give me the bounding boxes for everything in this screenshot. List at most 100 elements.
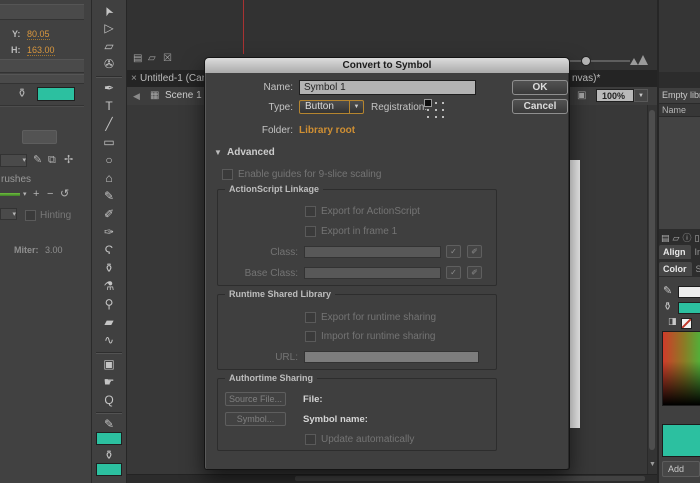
stage-vertical-scrollbar-thumb[interactable] xyxy=(649,110,655,450)
timeline-zoom-slider-knob[interactable] xyxy=(581,56,591,66)
advanced-disclosure-triangle-icon[interactable]: ▼ xyxy=(214,148,222,157)
ink-bottle-tool[interactable]: ⚗ xyxy=(97,278,121,296)
object-drawing-icon[interactable]: ⧉ xyxy=(48,155,56,166)
fill-color-bucket-icon[interactable]: ⚱ xyxy=(663,300,672,313)
remove-brush-icon[interactable]: − xyxy=(47,189,53,200)
height-value[interactable]: 163.00 xyxy=(27,45,55,56)
color-picker-gradient-field[interactable] xyxy=(662,331,700,406)
reset-brush-icon[interactable]: ↺ xyxy=(60,189,69,200)
new-folder-icon[interactable]: ▱ xyxy=(673,233,680,243)
scene-breadcrumb[interactable]: Scene 1 xyxy=(165,90,202,101)
tab-swatches[interactable]: Sw xyxy=(692,264,700,274)
registration-grid[interactable] xyxy=(424,99,446,120)
ok-button[interactable]: OK xyxy=(512,80,568,95)
camera-tool[interactable]: ▣ xyxy=(97,356,121,374)
advanced-section-toggle[interactable]: Advanced xyxy=(227,147,275,158)
symbol-button[interactable]: Symbol... xyxy=(225,412,286,426)
timeline-playhead[interactable] xyxy=(243,0,244,54)
tab-color[interactable]: Color xyxy=(659,262,692,276)
stage-zoom-field[interactable]: 100% xyxy=(596,89,634,102)
delete-icon[interactable]: ▯ xyxy=(694,233,699,243)
tab-info[interactable]: In xyxy=(691,247,700,257)
scrollbar-down-arrow-icon[interactable]: ▼ xyxy=(649,461,656,468)
zoom-in-mountain-icon[interactable] xyxy=(638,55,648,65)
lasso-tool[interactable]: ✇ xyxy=(97,56,121,74)
edit-class-button[interactable]: ✐ xyxy=(467,245,482,258)
hinting-checkbox[interactable] xyxy=(25,210,36,221)
paint-brush-tool[interactable]: ✑ xyxy=(97,224,121,242)
source-file-button[interactable]: Source File... xyxy=(225,392,286,406)
close-tab-icon[interactable]: × xyxy=(131,73,137,84)
tab-align[interactable]: Align xyxy=(659,245,691,259)
registration-point[interactable] xyxy=(439,114,446,121)
export-runtime-checkbox[interactable] xyxy=(305,312,316,323)
base-class-field[interactable] xyxy=(304,267,441,279)
import-runtime-checkbox[interactable] xyxy=(305,331,316,342)
line-tool[interactable]: ╱ xyxy=(97,116,121,134)
stroke-color-swatch[interactable] xyxy=(96,432,122,445)
miter-value[interactable]: 3.00 xyxy=(45,245,63,255)
black-white-icon[interactable]: ◨ xyxy=(668,316,677,327)
stage-canvas-page[interactable] xyxy=(570,160,580,428)
stroke-color-chip[interactable] xyxy=(678,286,700,298)
new-folder-icon[interactable]: ▱ xyxy=(148,53,156,64)
registration-point[interactable] xyxy=(424,114,432,121)
zoom-tool[interactable]: Q xyxy=(97,392,121,410)
document-tab-fragment[interactable]: nvas)* xyxy=(572,73,600,84)
validate-base-class-button[interactable]: ✓ xyxy=(446,266,461,279)
export-in-frame1-checkbox[interactable] xyxy=(305,226,316,237)
zoom-out-mountain-icon[interactable] xyxy=(630,58,638,65)
library-name-column-header[interactable]: Name xyxy=(659,103,700,117)
registration-point[interactable] xyxy=(432,114,439,121)
polystar-tool[interactable]: ⌂ xyxy=(97,170,121,188)
no-color-icon[interactable] xyxy=(681,318,692,329)
edit-base-class-button[interactable]: ✐ xyxy=(467,266,482,279)
rectangle-tool[interactable]: ▭ xyxy=(97,134,121,152)
update-automatically-checkbox[interactable] xyxy=(305,434,316,445)
fill-color-swatch[interactable] xyxy=(37,87,75,101)
free-transform-tool[interactable]: ▱ xyxy=(97,38,121,56)
symbol-type-dropdown[interactable]: Button ▼ xyxy=(299,100,364,114)
stroke-size-field[interactable] xyxy=(22,130,57,144)
hand-tool[interactable]: ☛ xyxy=(97,374,121,392)
stroke-pencil-icon[interactable]: ✎ xyxy=(33,155,42,166)
clip-bounds-icon[interactable]: ▣ xyxy=(577,90,586,101)
width-tool[interactable]: ∿ xyxy=(97,332,121,350)
new-symbol-icon[interactable]: ▤ xyxy=(661,233,670,243)
dialog-title-bar[interactable]: Convert to Symbol xyxy=(205,58,569,73)
current-color-preview[interactable] xyxy=(662,424,700,457)
url-field[interactable] xyxy=(304,351,479,363)
registration-point[interactable] xyxy=(439,99,446,107)
brush-dropdown-arrow-icon[interactable]: ▾ xyxy=(23,189,27,200)
export-for-actionscript-checkbox[interactable] xyxy=(305,206,316,217)
validate-class-button[interactable]: ✓ xyxy=(446,245,461,258)
registration-point-selected[interactable] xyxy=(424,99,432,107)
stroke-style-dropdown[interactable]: ▾ xyxy=(0,154,27,167)
oval-tool[interactable]: ○ xyxy=(97,152,121,170)
add-swatch-button[interactable]: Add xyxy=(662,461,700,477)
eraser-tool[interactable]: ▰ xyxy=(97,314,121,332)
stage-zoom-dropdown-arrow[interactable]: ▼ xyxy=(634,89,648,102)
library-item-list[interactable] xyxy=(659,117,700,229)
enable-9slice-checkbox[interactable] xyxy=(222,169,233,180)
y-position-value[interactable]: 80.05 xyxy=(27,29,50,40)
add-brush-icon[interactable]: + xyxy=(33,189,39,200)
class-field[interactable] xyxy=(304,246,441,258)
brush-tool[interactable]: ✐ xyxy=(97,206,121,224)
paint-bucket-tool[interactable]: ⚱ xyxy=(97,260,121,278)
properties-info-icon[interactable]: ⓘ xyxy=(682,233,691,243)
registration-point[interactable] xyxy=(432,99,439,107)
library-root-link[interactable]: Library root xyxy=(299,125,355,136)
new-layer-icon[interactable]: ▤ xyxy=(133,53,142,64)
delete-layer-icon[interactable]: ☒ xyxy=(163,53,172,64)
text-tool[interactable]: T xyxy=(97,98,121,116)
eyedropper-tool[interactable]: ⚲ xyxy=(97,296,121,314)
pen-tool[interactable]: ✒ xyxy=(97,80,121,98)
bone-tool[interactable]: Ϛ xyxy=(97,242,121,260)
pressure-icon[interactable]: ✢ xyxy=(64,155,73,166)
stroke-color-pencil-icon[interactable]: ✎ xyxy=(663,284,672,297)
back-arrow-icon[interactable]: ◀ xyxy=(133,91,140,102)
fill-color-swatch[interactable] xyxy=(96,463,122,476)
pencil-tool[interactable]: ✎ xyxy=(97,188,121,206)
stage-horizontal-scrollbar-thumb[interactable] xyxy=(295,476,645,481)
